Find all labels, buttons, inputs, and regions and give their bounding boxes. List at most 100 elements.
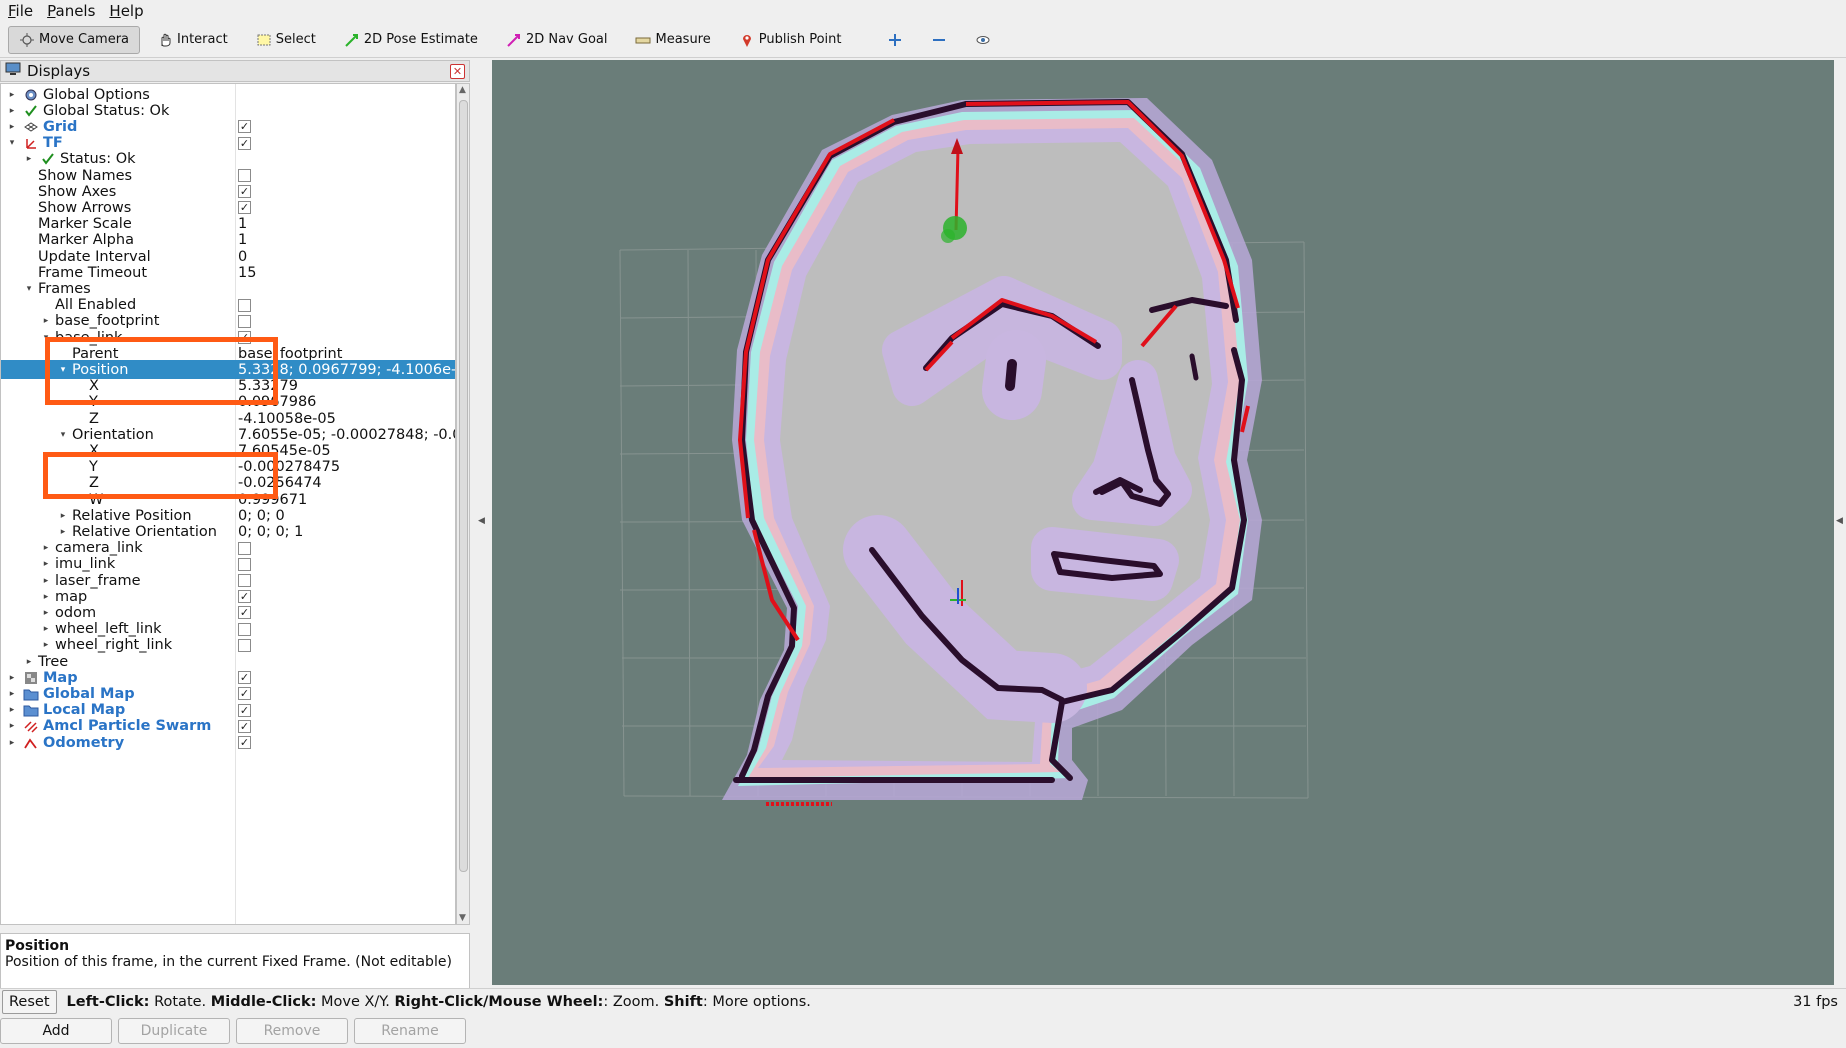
menu-help[interactable]: Help bbox=[109, 2, 143, 20]
minus-icon bbox=[931, 32, 947, 48]
hand-icon bbox=[157, 32, 173, 48]
tree-row-label: Global Map bbox=[43, 685, 135, 702]
collapse-left-icon[interactable]: ◀ bbox=[478, 516, 485, 526]
interact-button[interactable]: Interact bbox=[146, 26, 239, 54]
tree-row-label: Relative Position bbox=[72, 507, 192, 524]
chevron-right-icon[interactable]: ▸ bbox=[41, 576, 51, 586]
remove-tool-button[interactable] bbox=[920, 26, 958, 54]
displays-panel: Displays ✕ ▸ Global Options ▸ Global Status… bbox=[0, 60, 470, 1044]
tree-row-label: Orientation bbox=[72, 426, 154, 443]
duplicate-button[interactable]: Duplicate bbox=[118, 1018, 230, 1044]
add-button[interactable]: Add bbox=[0, 1018, 112, 1044]
tree-scrollbar[interactable]: ▲ ▼ bbox=[456, 83, 470, 925]
enable-checkbox[interactable] bbox=[238, 169, 251, 182]
enable-checkbox[interactable]: ✓ bbox=[238, 671, 251, 685]
move-camera-button[interactable]: Move Camera bbox=[8, 25, 141, 54]
tree-row-label: Map bbox=[43, 669, 78, 686]
collapse-right-icon[interactable]: ◀ bbox=[1836, 516, 1843, 526]
enable-checkbox[interactable]: ✓ bbox=[238, 120, 251, 134]
tree-row-label: camera_link bbox=[55, 540, 143, 557]
enable-checkbox[interactable]: ✓ bbox=[238, 719, 251, 733]
enable-checkbox[interactable]: ✓ bbox=[238, 736, 251, 749]
tree-row-label: All Enabled bbox=[55, 297, 137, 314]
chevron-right-icon[interactable]: ▸ bbox=[7, 721, 17, 731]
menu-file[interactable]: File bbox=[8, 2, 33, 20]
chevron-right-icon[interactable]: ▸ bbox=[58, 511, 68, 521]
chevron-right-icon[interactable]: ▸ bbox=[24, 657, 34, 667]
move-camera-icon bbox=[19, 32, 35, 48]
scroll-down-icon[interactable]: ▼ bbox=[459, 913, 466, 923]
view-options-button[interactable] bbox=[964, 26, 1002, 54]
3d-view[interactable] bbox=[492, 60, 1834, 985]
enable-checkbox[interactable]: ✓ bbox=[238, 185, 251, 199]
tree-row-value: 1 bbox=[238, 232, 248, 249]
scroll-up-icon[interactable]: ▲ bbox=[459, 85, 466, 95]
displays-title: Displays bbox=[27, 62, 91, 80]
select-icon bbox=[256, 32, 272, 48]
chevron-right-icon[interactable]: ▸ bbox=[41, 559, 51, 569]
chevron-right-icon[interactable]: ▸ bbox=[41, 624, 51, 634]
map-icon bbox=[23, 670, 39, 686]
chevron-right-icon[interactable]: ▸ bbox=[7, 106, 17, 116]
publish-point-button[interactable]: Publish Point bbox=[728, 26, 853, 54]
enable-checkbox[interactable] bbox=[238, 557, 251, 571]
tree-row-label: Show Names bbox=[38, 167, 133, 184]
chevron-right-icon[interactable]: ▸ bbox=[7, 90, 17, 100]
measure-button[interactable]: Measure bbox=[624, 26, 721, 54]
tree-row-label: Update Interval bbox=[38, 248, 151, 265]
tree-row-label: Global Options bbox=[43, 86, 150, 103]
tree-row-label: wheel_right_link bbox=[55, 637, 173, 654]
tree-row-label: Frames bbox=[38, 280, 91, 297]
displays-tree[interactable]: ▸ Global Options ▸ Global Status: Ok ▸ Grid ✓ ▾… bbox=[0, 83, 456, 925]
chevron-down-icon[interactable]: ▾ bbox=[58, 430, 68, 440]
particles-icon bbox=[23, 718, 39, 734]
enable-checkbox[interactable] bbox=[238, 541, 251, 555]
enable-checkbox[interactable]: ✓ bbox=[238, 590, 251, 604]
chevron-right-icon[interactable]: ▸ bbox=[41, 640, 51, 650]
enable-checkbox[interactable]: ✓ bbox=[238, 687, 251, 701]
enable-checkbox[interactable] bbox=[238, 298, 251, 312]
chevron-right-icon[interactable]: ▸ bbox=[7, 738, 17, 748]
2d-nav-goal-button[interactable]: 2D Nav Goal bbox=[495, 26, 619, 54]
chevron-right-icon[interactable]: ▸ bbox=[7, 673, 17, 683]
chevron-right-icon[interactable]: ▸ bbox=[58, 527, 68, 537]
tree-row-odometry[interactable]: ▸ Odometry ✓ bbox=[1, 733, 455, 752]
eye-icon bbox=[975, 32, 991, 48]
chevron-down-icon[interactable]: ▾ bbox=[7, 138, 17, 148]
tree-row-label: TF bbox=[43, 135, 63, 152]
enable-checkbox[interactable] bbox=[238, 314, 251, 328]
enable-checkbox[interactable]: ✓ bbox=[238, 606, 251, 620]
chevron-right-icon[interactable]: ▸ bbox=[41, 608, 51, 618]
chevron-right-icon[interactable]: ▸ bbox=[7, 705, 17, 715]
chevron-right-icon[interactable]: ▸ bbox=[7, 122, 17, 132]
enable-checkbox[interactable]: ✓ bbox=[238, 703, 251, 717]
right-splitter[interactable]: ◀ bbox=[1834, 60, 1846, 985]
highlight-box-position bbox=[45, 337, 278, 405]
close-icon[interactable]: ✕ bbox=[450, 64, 465, 79]
chevron-right-icon[interactable]: ▸ bbox=[41, 316, 51, 326]
check-icon bbox=[40, 151, 56, 167]
reset-button[interactable]: Reset bbox=[2, 990, 57, 1014]
chevron-right-icon[interactable]: ▸ bbox=[7, 689, 17, 699]
chevron-right-icon[interactable]: ▸ bbox=[24, 154, 34, 164]
select-button[interactable]: Select bbox=[245, 26, 327, 54]
tree-row-label: Grid bbox=[43, 118, 78, 135]
enable-checkbox[interactable] bbox=[238, 622, 251, 636]
enable-checkbox[interactable]: ✓ bbox=[238, 136, 251, 150]
enable-checkbox[interactable] bbox=[238, 638, 251, 652]
pose-estimate-icon bbox=[344, 32, 360, 48]
rename-button[interactable]: Rename bbox=[354, 1018, 466, 1044]
left-splitter[interactable]: ◀ bbox=[472, 60, 490, 985]
add-tool-button[interactable] bbox=[876, 26, 914, 54]
chevron-right-icon[interactable]: ▸ bbox=[41, 592, 51, 602]
menu-panels[interactable]: Panels bbox=[47, 2, 95, 20]
scroll-thumb[interactable] bbox=[459, 100, 468, 872]
chevron-down-icon[interactable]: ▾ bbox=[24, 284, 34, 294]
remove-button[interactable]: Remove bbox=[236, 1018, 348, 1044]
2d-pose-estimate-button[interactable]: 2D Pose Estimate bbox=[333, 26, 489, 54]
enable-checkbox[interactable] bbox=[238, 574, 251, 587]
tree-row-label: wheel_left_link bbox=[55, 621, 162, 638]
chevron-right-icon[interactable]: ▸ bbox=[41, 543, 51, 553]
description-text: Position of this frame, in the current F… bbox=[5, 954, 452, 970]
enable-checkbox[interactable]: ✓ bbox=[238, 201, 251, 215]
